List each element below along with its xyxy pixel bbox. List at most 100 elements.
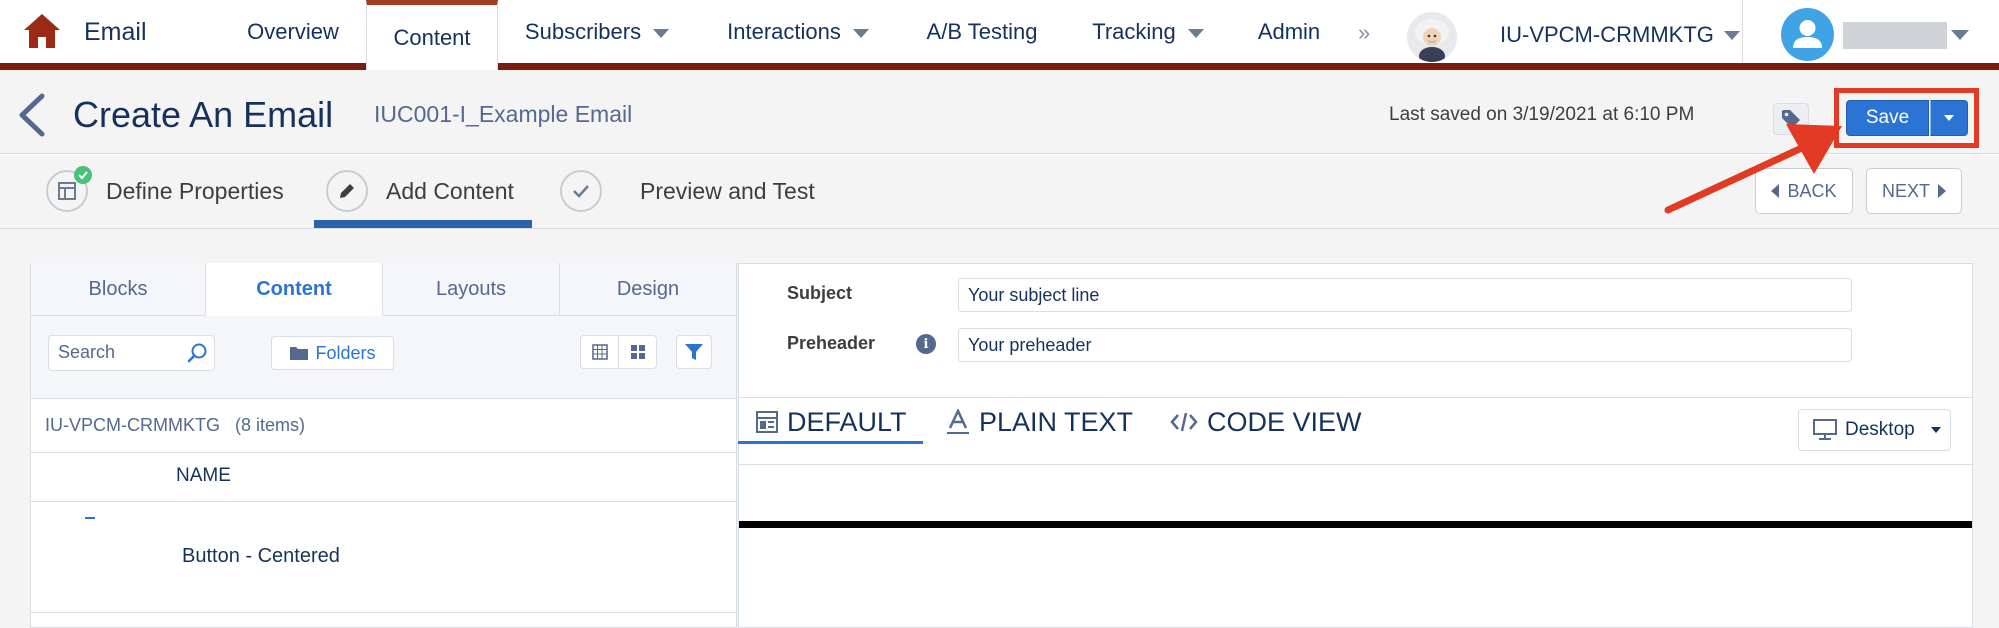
tab-label: Layouts: [435, 277, 507, 300]
save-button[interactable]: Save: [1846, 100, 1929, 136]
step-label: Define Properties: [106, 177, 284, 204]
chevron-down-icon: [1723, 30, 1740, 40]
layout-icon: [756, 411, 778, 433]
tab-code-view[interactable]: CODE VIEW: [1170, 402, 1362, 442]
nav-tab-admin[interactable]: Admin: [1246, 0, 1332, 63]
grid-view-icon[interactable]: [618, 336, 656, 368]
user-name-redacted[interactable]: [1843, 22, 1947, 49]
chevron-down-icon: [1187, 28, 1204, 38]
desktop-icon: [1813, 419, 1837, 440]
nav-tab-label: Subscribers: [524, 18, 642, 44]
tab-design[interactable]: Design: [560, 263, 736, 316]
next-button[interactable]: NEXT: [1866, 168, 1962, 214]
chevron-right-icon: [1938, 184, 1946, 198]
nav-tab-tracking[interactable]: Tracking: [1080, 0, 1216, 63]
nav-tab-subscribers[interactable]: Subscribers: [512, 0, 682, 63]
step-label: Preview and Test: [640, 177, 815, 204]
business-unit-switcher[interactable]: IU-VPCM-CRMMKTG: [1500, 22, 1740, 48]
nav-tab-label: Overview: [247, 18, 339, 44]
tab-label: Blocks: [88, 277, 148, 300]
column-header-name[interactable]: NAME: [176, 465, 231, 487]
tab-layouts[interactable]: Layouts: [383, 263, 560, 316]
divider: [31, 452, 736, 453]
item-count: (8 items): [235, 415, 306, 435]
step-preview-and-test[interactable]: Preview and Test: [560, 168, 815, 214]
back-arrow-icon[interactable]: [14, 92, 48, 138]
nav-tab-label: Interactions: [727, 18, 841, 44]
properties-icon: [46, 166, 92, 212]
text-format-icon: [946, 409, 970, 435]
nav-tab-label: Admin: [1257, 18, 1321, 44]
email-editor-panel: [738, 263, 1973, 628]
tab-label: Content: [256, 277, 332, 300]
chevron-down-icon[interactable]: [1951, 30, 1969, 40]
step-define-properties[interactable]: Define Properties: [46, 166, 284, 214]
divider: [31, 501, 736, 502]
code-icon: [1170, 411, 1198, 433]
einstein-avatar[interactable]: [1407, 12, 1457, 62]
email-canvas-rule: [739, 521, 1972, 528]
tab-plain-text[interactable]: PLAIN TEXT: [946, 402, 1133, 442]
tab-blocks[interactable]: Blocks: [31, 263, 206, 316]
app-title[interactable]: Email: [84, 18, 147, 47]
folder-path: IU-VPCM-CRMMKTG (8 items): [45, 415, 305, 436]
nav-tab-overview[interactable]: Overview: [232, 0, 354, 63]
step-add-content[interactable]: Add Content: [326, 168, 514, 214]
chevron-down-icon: [1944, 115, 1954, 121]
subject-input[interactable]: Your subject line: [958, 278, 1852, 312]
view-toggle: [580, 335, 657, 369]
search-icon[interactable]: [186, 342, 208, 364]
user-avatar-icon[interactable]: [1781, 8, 1834, 61]
folder-icon: [290, 347, 309, 360]
nav-divider: [1742, 0, 1743, 63]
business-unit-label: IU-VPCM-CRMMKTG: [1500, 22, 1714, 47]
tab-default-view[interactable]: DEFAULT: [756, 402, 907, 442]
filter-button[interactable]: [676, 335, 712, 369]
nav-tab-label: Tracking: [1092, 18, 1176, 44]
nav-tab-label: Content: [393, 24, 471, 50]
home-icon[interactable]: [22, 12, 62, 50]
list-item[interactable]: Button - Centered: [182, 545, 340, 568]
chevron-down-icon: [852, 28, 869, 38]
view-tab-label: PLAIN TEXT: [979, 406, 1134, 437]
divider: [739, 464, 1972, 465]
pencil-icon: [326, 170, 368, 212]
nav-tab-ab-testing[interactable]: A/B Testing: [914, 0, 1050, 63]
chevron-down-icon: [1930, 427, 1941, 433]
last-saved-status: Last saved on 3/19/2021 at 6:10 PM: [1389, 104, 1695, 125]
list-view-icon[interactable]: [581, 336, 618, 368]
preheader-label: Preheader: [787, 333, 876, 353]
nav-tab-interactions[interactable]: Interactions: [712, 0, 884, 63]
checkmark-icon: [560, 170, 602, 212]
top-navigation: Email Overview Content Subscribers Inter…: [0, 0, 1999, 70]
chevron-down-icon: [653, 28, 670, 38]
next-button-label: NEXT: [1881, 180, 1930, 201]
save-options-button[interactable]: [1930, 100, 1968, 136]
nav-tab-label: A/B Testing: [926, 18, 1038, 44]
active-view-indicator: [738, 441, 923, 444]
preheader-input[interactable]: Your preheader: [958, 328, 1852, 362]
device-preview-dropdown[interactable]: Desktop: [1798, 409, 1951, 451]
tab-content[interactable]: Content: [206, 263, 383, 316]
more-tabs-icon[interactable]: »: [1358, 20, 1370, 46]
view-tab-label: CODE VIEW: [1207, 406, 1362, 437]
filter-icon: [685, 344, 703, 360]
nav-tab-content[interactable]: Content: [366, 0, 498, 70]
collapse-icon[interactable]: [85, 517, 95, 519]
step-label: Add Content: [386, 177, 514, 204]
divider: [31, 612, 736, 613]
active-step-indicator: [314, 220, 532, 228]
email-name: IUC001-I_Example Email: [374, 101, 633, 127]
annotation-arrow: [1664, 124, 1842, 214]
folders-label: Folders: [315, 342, 376, 363]
checkmark-icon: [74, 166, 92, 184]
info-icon[interactable]: i: [916, 334, 936, 354]
divider: [739, 397, 1972, 398]
tab-label: Design: [616, 277, 680, 300]
device-label: Desktop: [1845, 419, 1915, 440]
folder-name: IU-VPCM-CRMMKTG: [45, 415, 220, 435]
subject-label: Subject: [787, 283, 853, 303]
view-tab-label: DEFAULT: [787, 406, 907, 437]
folders-button[interactable]: Folders: [271, 336, 394, 370]
page-title: Create An Email: [73, 94, 334, 135]
